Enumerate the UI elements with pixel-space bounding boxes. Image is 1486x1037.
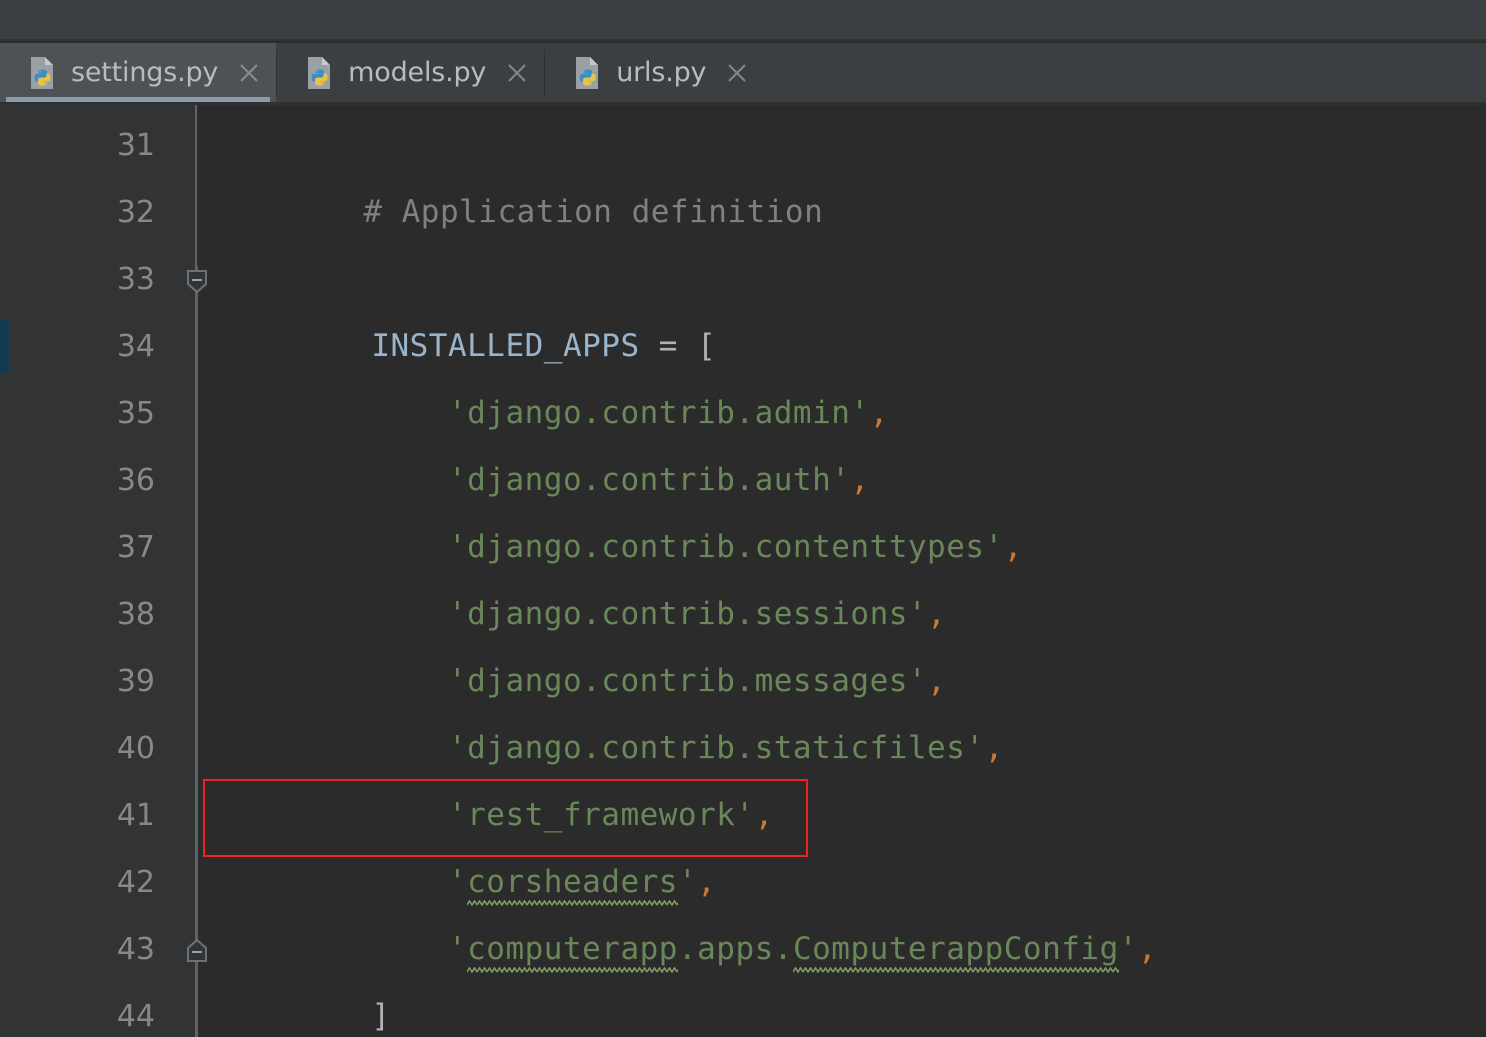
close-icon[interactable] xyxy=(724,60,750,86)
editor-line[interactable]: 38 'django.contrib.messages', xyxy=(0,581,1486,699)
editor-line[interactable]: 44 xyxy=(0,983,1486,1037)
editor-line[interactable]: 40 'rest_framework', xyxy=(0,715,1486,833)
line-number: 37 xyxy=(116,530,155,565)
line-content: 'rest_framework', xyxy=(218,715,774,833)
editor-line[interactable]: 39 'django.contrib.staticfiles', xyxy=(0,648,1486,766)
line-content: # Application definition xyxy=(210,112,823,230)
ide-window: settings.py models.py urls.py 31 # Appli… xyxy=(0,0,1486,1037)
tab-models-py[interactable]: models.py xyxy=(277,43,544,102)
line-number: 38 xyxy=(116,597,155,632)
window-top-strip xyxy=(0,0,1486,41)
editor-line[interactable]: 34 'django.contrib.admin', xyxy=(0,313,1486,431)
line-content: INSTALLED_APPS = [ xyxy=(218,246,716,364)
close-icon[interactable] xyxy=(504,60,530,86)
line-content: 'computerapp.apps.ComputerappConfig', xyxy=(218,849,1157,973)
line-number: 34 xyxy=(116,329,155,364)
editor-line[interactable]: 32 xyxy=(0,179,1486,246)
line-number: 39 xyxy=(116,664,155,699)
tab-label: urls.py xyxy=(616,57,707,88)
editor-line[interactable]: 35 'django.contrib.auth', xyxy=(0,380,1486,498)
line-number: 42 xyxy=(116,865,155,900)
editor-line[interactable]: 37 'django.contrib.sessions', xyxy=(0,514,1486,632)
line-number: 35 xyxy=(116,396,155,431)
line-number: 31 xyxy=(116,128,155,163)
line-content: 'django.contrib.auth', xyxy=(218,380,870,498)
line-number: 33 xyxy=(116,262,155,297)
tab-label: models.py xyxy=(348,57,487,88)
tab-settings-py[interactable]: settings.py xyxy=(0,43,277,102)
line-number: 44 xyxy=(116,999,155,1034)
tab-urls-py[interactable]: urls.py xyxy=(545,43,764,102)
line-content: 'django.contrib.sessions', xyxy=(218,514,946,632)
python-file-icon xyxy=(28,56,58,90)
editor-line[interactable]: 42 'computerapp.apps.ComputerappConfig', xyxy=(0,849,1486,973)
editor-line[interactable]: 36 'django.contrib.contenttypes', xyxy=(0,447,1486,565)
close-icon[interactable] xyxy=(236,60,262,86)
python-file-icon xyxy=(305,56,335,90)
line-content: 'django.contrib.contenttypes', xyxy=(218,447,1023,565)
line-number: 40 xyxy=(116,731,155,766)
line-content: 'django.contrib.admin', xyxy=(218,313,889,431)
editor-line[interactable]: 31 # Application definition xyxy=(0,112,1486,230)
editor-line[interactable]: 41 'corsheaders', xyxy=(0,782,1486,906)
line-content: 'corsheaders', xyxy=(218,782,716,906)
tab-label: settings.py xyxy=(71,57,219,88)
code-editor[interactable]: 31 # Application definition 32 33 INSTAL… xyxy=(0,105,1486,1037)
line-number: 41 xyxy=(116,798,155,833)
line-content: ] xyxy=(218,916,390,1034)
editor-line[interactable]: 43 ] xyxy=(0,916,1486,1034)
line-content: 'django.contrib.messages', xyxy=(218,581,946,699)
line-number: 36 xyxy=(116,463,155,498)
python-file-icon xyxy=(573,56,603,90)
line-number: 43 xyxy=(116,932,155,967)
line-number: 32 xyxy=(116,195,155,230)
line-content: 'django.contrib.staticfiles', xyxy=(218,648,1004,766)
editor-tab-bar: settings.py models.py urls.py xyxy=(0,43,1486,105)
editor-line[interactable]: 33 INSTALLED_APPS = [ xyxy=(0,246,1486,364)
